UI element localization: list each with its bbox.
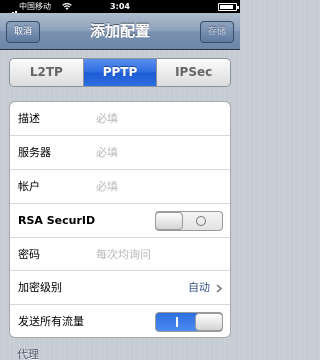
rsa-securid-row: RSA SecurID: [10, 204, 230, 238]
rsa-securid-toggle[interactable]: [155, 211, 223, 231]
description-row[interactable]: 描述 必填: [10, 102, 230, 136]
battery-icon: [218, 3, 239, 11]
vpn-type-segmented-control: L2TP PPTP IPSec: [9, 58, 231, 87]
account-field[interactable]: 必填: [96, 170, 118, 204]
toggle-knob: [195, 313, 222, 331]
encryption-level-row[interactable]: 加密级别 自动: [10, 271, 230, 305]
account-label: 帐户: [18, 180, 40, 193]
toggle-off-icon: [196, 216, 206, 226]
chevron-right-icon: [216, 271, 223, 305]
encryption-level-label: 加密级别: [18, 281, 62, 294]
server-row[interactable]: 服务器 必填: [10, 136, 230, 170]
status-time: 3:04: [110, 2, 130, 11]
description-label: 描述: [18, 112, 40, 125]
description-field[interactable]: 必填: [96, 102, 118, 136]
segment-ipsec[interactable]: IPSec: [157, 59, 230, 86]
proxy-section-header: 代理: [17, 348, 39, 360]
send-all-traffic-label: 发送所有流量: [18, 315, 84, 328]
password-label: 密码: [18, 248, 40, 261]
segment-l2tp[interactable]: L2TP: [10, 59, 84, 86]
toggle-knob: [156, 212, 183, 230]
toggle-on-icon: [176, 317, 178, 327]
navigation-bar: 取消 添加配置 存储: [0, 13, 240, 50]
cancel-button[interactable]: 取消: [6, 21, 41, 43]
account-row[interactable]: 帐户 必填: [10, 170, 230, 204]
send-all-traffic-row: 发送所有流量: [10, 305, 230, 337]
status-bar: 中国移动 3:04: [0, 0, 240, 17]
segment-pptp[interactable]: PPTP: [83, 59, 158, 86]
save-button[interactable]: 存储: [199, 21, 234, 43]
rsa-securid-label: RSA SecurID: [18, 214, 96, 227]
vpn-settings-group: 描述 必填 服务器 必填 帐户 必填 RSA SecurID 密码 每次均询问 …: [9, 101, 231, 338]
server-label: 服务器: [18, 146, 51, 159]
send-all-traffic-toggle[interactable]: [155, 312, 223, 332]
encryption-level-value: 自动: [188, 281, 210, 294]
password-row[interactable]: 密码 每次均询问: [10, 238, 230, 271]
password-field[interactable]: 每次均询问: [96, 238, 151, 271]
server-field[interactable]: 必填: [96, 136, 118, 170]
page-title: 添加配置: [89, 22, 150, 40]
